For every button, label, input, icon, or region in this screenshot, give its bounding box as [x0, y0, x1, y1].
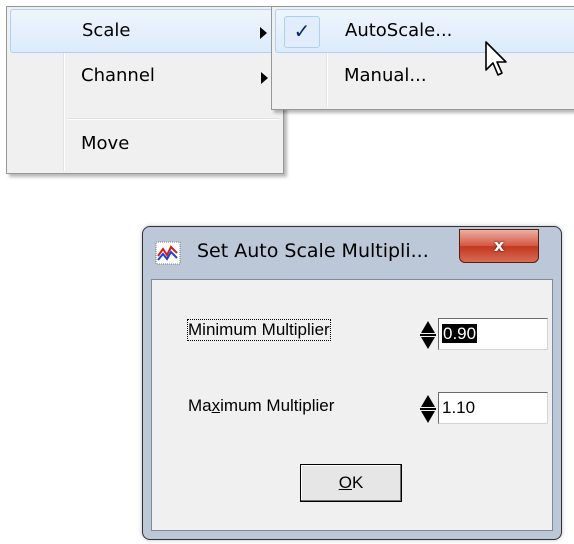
maximum-multiplier-value: 1.10	[442, 398, 476, 417]
submenu-item-label: AutoScale...	[345, 20, 453, 41]
minimum-multiplier-value: 0.90	[442, 324, 478, 343]
menu-item-scale[interactable]: Scale	[10, 9, 280, 53]
submenu-item-manual[interactable]: Manual...	[275, 55, 574, 99]
menu-item-label: Move	[81, 133, 130, 154]
submenu-arrow-icon	[261, 72, 268, 84]
checkmark-icon: ✓	[284, 16, 320, 48]
label-text: Ma	[188, 396, 212, 415]
scale-submenu: ✓ AutoScale... Manual...	[271, 6, 574, 110]
ok-label: K	[351, 473, 364, 492]
mouse-cursor-icon	[485, 41, 507, 76]
menu-item-label: Scale	[82, 20, 131, 41]
menu-item-label: Channel	[81, 65, 155, 86]
spin-down-icon[interactable]	[421, 337, 435, 349]
spinner-divider	[420, 334, 436, 336]
maximum-multiplier-label: Maximum Multiplier	[188, 396, 334, 416]
minimum-multiplier-label: Minimum Multiplier	[187, 319, 331, 341]
close-button[interactable]: x	[459, 229, 539, 263]
minimum-multiplier-spinner[interactable]	[420, 320, 436, 350]
submenu-item-label: Manual...	[344, 65, 427, 86]
submenu-arrow-icon	[260, 27, 267, 39]
auto-scale-dialog: Set Auto Scale Multipli... x Minimum Mul…	[142, 226, 562, 540]
spin-up-icon[interactable]	[421, 321, 435, 333]
chart-icon	[155, 241, 181, 265]
maximum-multiplier-spinner[interactable]	[420, 394, 436, 424]
maximum-multiplier-input[interactable]: 1.10	[438, 392, 548, 424]
minimum-multiplier-input[interactable]: 0.90	[438, 318, 548, 350]
ok-button[interactable]: OK	[300, 464, 402, 502]
spinner-divider	[420, 408, 436, 410]
ok-mnemonic: O	[338, 473, 352, 492]
menu-item-channel[interactable]: Channel	[10, 55, 280, 99]
context-menu: Scale Channel Move	[6, 6, 284, 174]
submenu-item-autoscale[interactable]: ✓ AutoScale...	[275, 9, 574, 53]
spin-up-icon[interactable]	[421, 395, 435, 407]
dialog-body: Minimum Multiplier 0.90 Maximum Multipli…	[151, 279, 553, 531]
menu-separator	[67, 118, 279, 120]
spin-down-icon[interactable]	[421, 411, 435, 423]
label-text: imum Multiplier	[220, 396, 335, 415]
label-mnemonic: x	[211, 396, 221, 415]
menu-item-move[interactable]: Move	[10, 123, 280, 167]
dialog-title: Set Auto Scale Multipli...	[197, 240, 429, 262]
